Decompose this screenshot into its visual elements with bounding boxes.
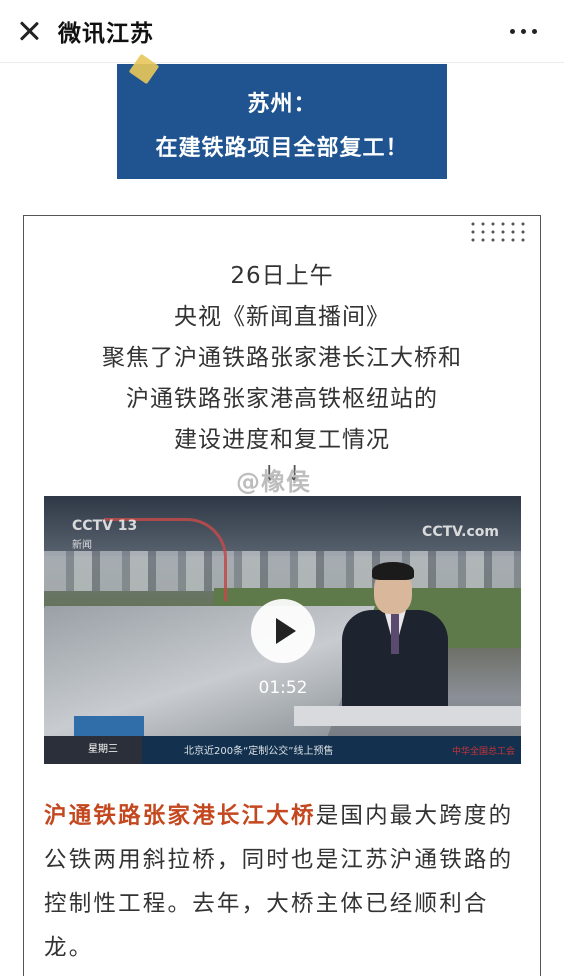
article-card: 26日上午 央视《新闻直播间》 聚焦了沪通铁路张家港长江大桥和 沪通铁路张家港高… [23, 215, 541, 976]
cctv-com-logo: CCTV.com [422, 524, 499, 540]
banner-line-2: 在建铁路项目全部复工！ [155, 136, 409, 161]
video-player[interactable]: CCTV 13 新闻 CCTV.com 星期三 09:28 北京近200条“定制… [44, 496, 521, 764]
ticker-text: 北京近200条“定制公交”线上预售 [184, 746, 334, 757]
headline-banner: 苏州： 在建铁路项目全部复工！ [117, 53, 447, 179]
page-title: 微讯江苏 [58, 21, 154, 47]
article-paragraph: 沪通铁路张家港长江大桥是国内最大跨度的公铁两用斜拉桥，同时也是江苏沪通铁路的控制… [44, 794, 524, 970]
intro-line: 26日上午 [230, 263, 334, 289]
video-duration: 01:52 [258, 678, 308, 698]
more-icon[interactable] [508, 22, 542, 40]
intro-line: 聚焦了沪通铁路张家港长江大桥和 [102, 345, 462, 371]
banner-line-1: 苏州： [247, 92, 317, 117]
intro-text: 26日上午 央视《新闻直播间》 聚焦了沪通铁路张家港长江大桥和 沪通铁路张家港高… [24, 256, 540, 461]
intro-line: 沪通铁路张家港高铁枢纽站的 [126, 386, 438, 412]
intro-line: 建设进度和复工情况 [174, 427, 390, 453]
play-icon[interactable] [251, 599, 315, 663]
ticker-clock: 星期三 09:28 [44, 736, 142, 764]
news-ticker: 星期三 09:28 北京近200条“定制公交”线上预售 中华全国总工会 [44, 736, 521, 764]
intro-line: 央视《新闻直播间》 [174, 304, 390, 330]
highlight-text: 沪通铁路张家港长江大桥 [44, 803, 316, 829]
ticker-org: 中华全国总工会 [451, 747, 515, 757]
anchor-desk [294, 706, 521, 726]
inset-thumbnail [74, 716, 144, 738]
cctv13-logo: CCTV 13 新闻 [72, 518, 138, 551]
close-icon[interactable] [14, 16, 44, 46]
top-bar: 微讯江苏 [0, 0, 564, 63]
watermark: @橡侯 [236, 468, 311, 496]
dot-grid-decoration-icon [468, 220, 530, 244]
